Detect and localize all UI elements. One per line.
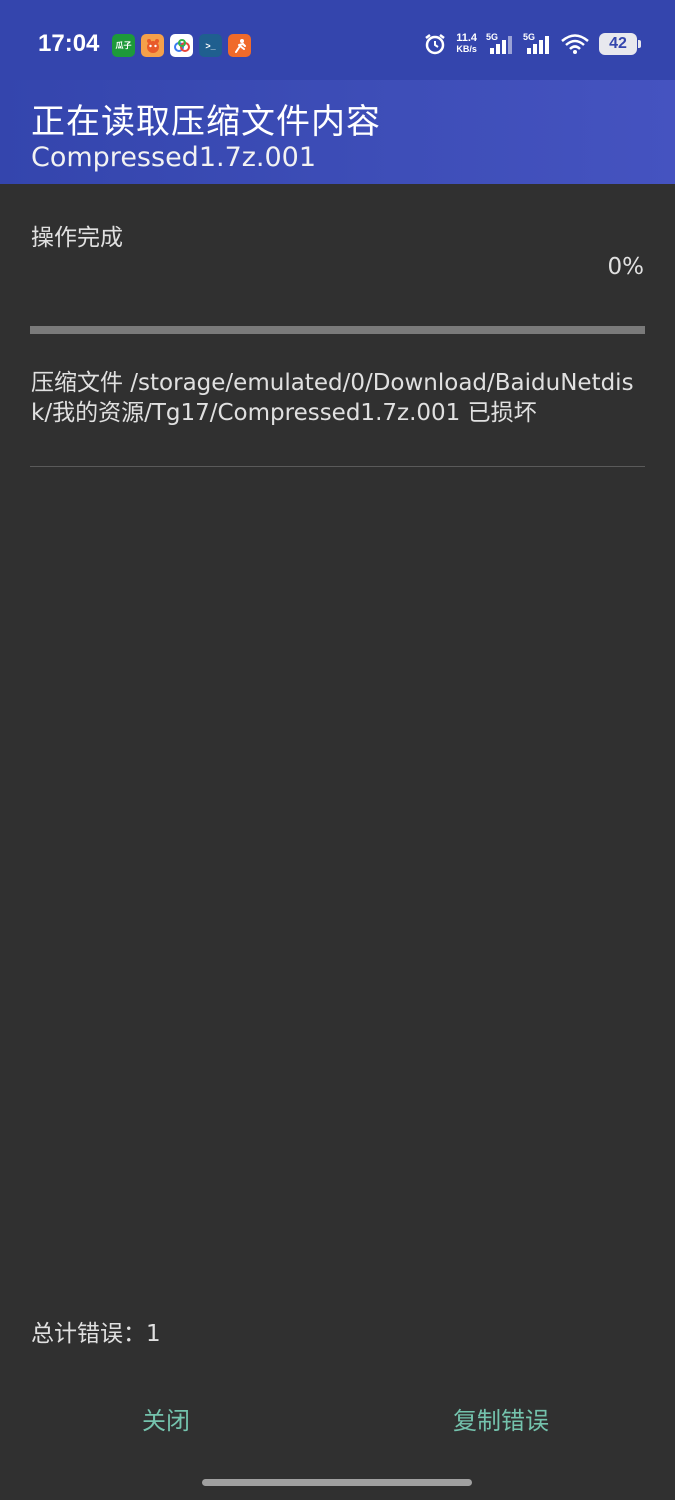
runner-app-icon	[228, 34, 251, 57]
operation-status: 操作完成	[31, 225, 123, 251]
signal-strength-icon: 5G	[486, 32, 514, 56]
home-indicator[interactable]	[202, 1479, 472, 1486]
alarm-icon	[425, 34, 445, 55]
copy-errors-button[interactable]: 复制错误	[453, 1396, 549, 1440]
app-bar: 正在读取压缩文件内容 Compressed1.7z.001	[0, 80, 675, 184]
cloud-app-icon	[170, 34, 193, 57]
system-status: 11.4 KB/s 5G 5G 42	[423, 32, 641, 56]
divider	[30, 466, 645, 467]
status-bar: 17:04 瓜子 >_ 11.4 KB/s 5G 5G 42	[0, 0, 675, 80]
network-speed: 11.4 KB/s	[456, 32, 477, 55]
pet-face-glyph	[146, 38, 159, 53]
status-time: 17:04	[38, 30, 100, 57]
signal-strength-icon-2: 5G	[523, 32, 551, 56]
wifi-icon	[561, 34, 589, 54]
cloud-glyph	[173, 38, 190, 52]
runner-glyph	[234, 38, 246, 53]
progress-bar	[30, 326, 645, 334]
file-name-subtitle: Compressed1.7z.001	[31, 142, 317, 173]
close-button[interactable]: 关闭	[142, 1396, 190, 1440]
error-message: 压缩文件 /storage/emulated/0/Download/BaiduN…	[31, 370, 634, 426]
notification-icons: 瓜子 >_	[112, 34, 251, 57]
progress-percent: 0%	[607, 254, 645, 280]
total-errors-count: 总计错误：1	[31, 1321, 161, 1347]
pet-app-icon	[141, 34, 164, 57]
guazi-app-icon: 瓜子	[112, 34, 135, 57]
battery-icon: 42	[599, 33, 641, 55]
terminal-app-icon: >_	[199, 34, 222, 57]
page-title: 正在读取压缩文件内容	[31, 102, 381, 142]
